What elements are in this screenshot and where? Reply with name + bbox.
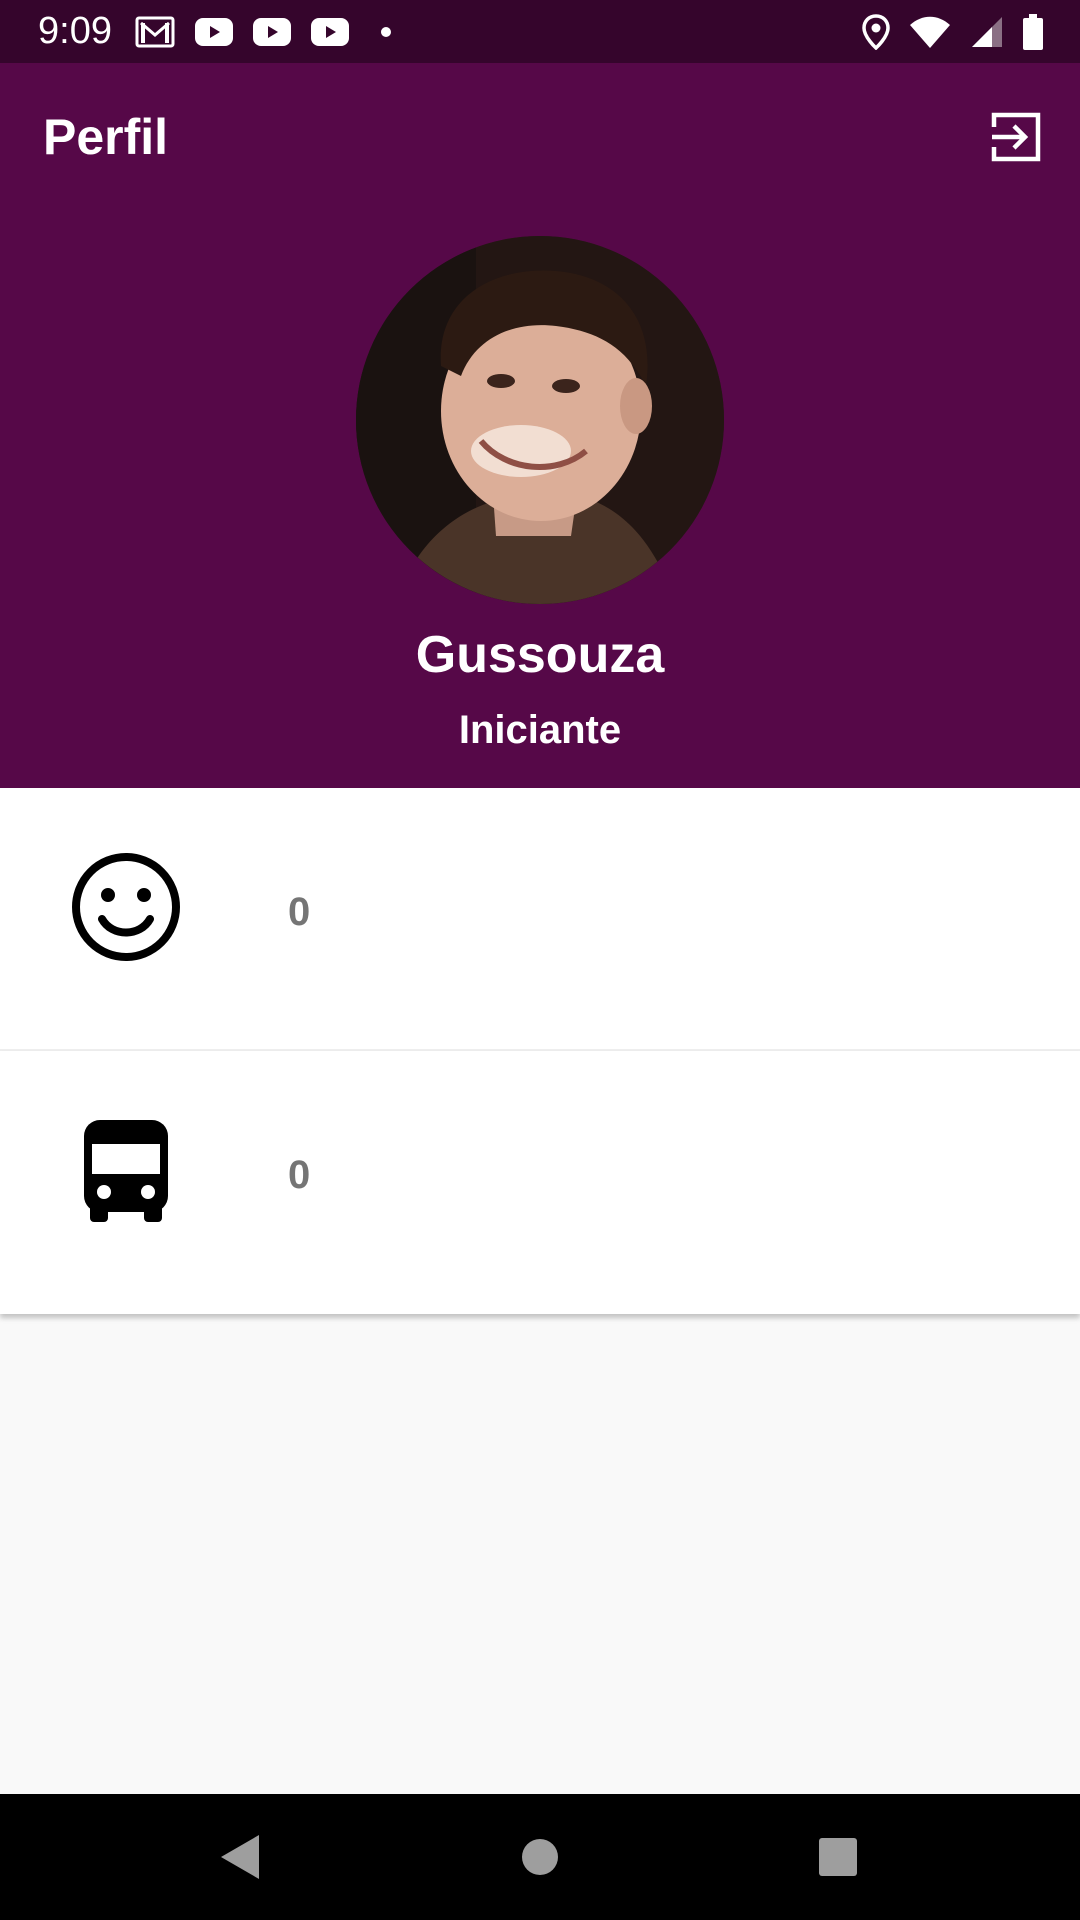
youtube-icon: [253, 18, 291, 46]
notification-icons: [135, 12, 399, 52]
user-name: Gussouza: [415, 626, 665, 684]
nav-back-button[interactable]: [209, 1827, 269, 1887]
location-icon: [862, 14, 890, 50]
avatar: [356, 236, 724, 604]
stat-card-smiley: 0: [0, 788, 1080, 1051]
signal-icon: [972, 17, 1002, 47]
home-icon: [522, 1839, 558, 1875]
smiley-icon: [70, 851, 182, 963]
nav-recents-button[interactable]: [808, 1827, 868, 1887]
back-icon: [221, 1835, 259, 1879]
stat-value-smiley: 0: [288, 890, 311, 934]
avatar-photo: [356, 236, 724, 604]
user-level: Iniciante: [458, 708, 622, 752]
gmail-icon: [135, 16, 175, 48]
stat-value-bus: 0: [288, 1153, 311, 1197]
dot-icon: [381, 27, 391, 37]
recents-icon: [819, 1838, 857, 1876]
logout-icon: [991, 112, 1041, 162]
youtube-icon: [311, 18, 349, 46]
nav-home-button[interactable]: [510, 1827, 570, 1887]
system-nav-bar: [0, 1794, 1080, 1920]
bus-icon: [70, 1114, 182, 1226]
battery-icon: [1023, 14, 1043, 50]
profile-screen: 9:09 Perfil Gussouza Iniciante 0 0: [0, 0, 1080, 1920]
status-bar: 9:09: [0, 0, 1080, 63]
page-title: Perfil: [43, 109, 169, 165]
stat-card-bus: 0: [0, 1051, 1080, 1314]
youtube-icon: [195, 18, 233, 46]
logout-button[interactable]: [986, 107, 1046, 167]
profile-header: Perfil Gussouza Iniciante: [0, 63, 1080, 788]
wifi-icon: [910, 16, 950, 48]
status-time: 9:09: [38, 10, 112, 52]
system-icons: [862, 10, 1044, 54]
